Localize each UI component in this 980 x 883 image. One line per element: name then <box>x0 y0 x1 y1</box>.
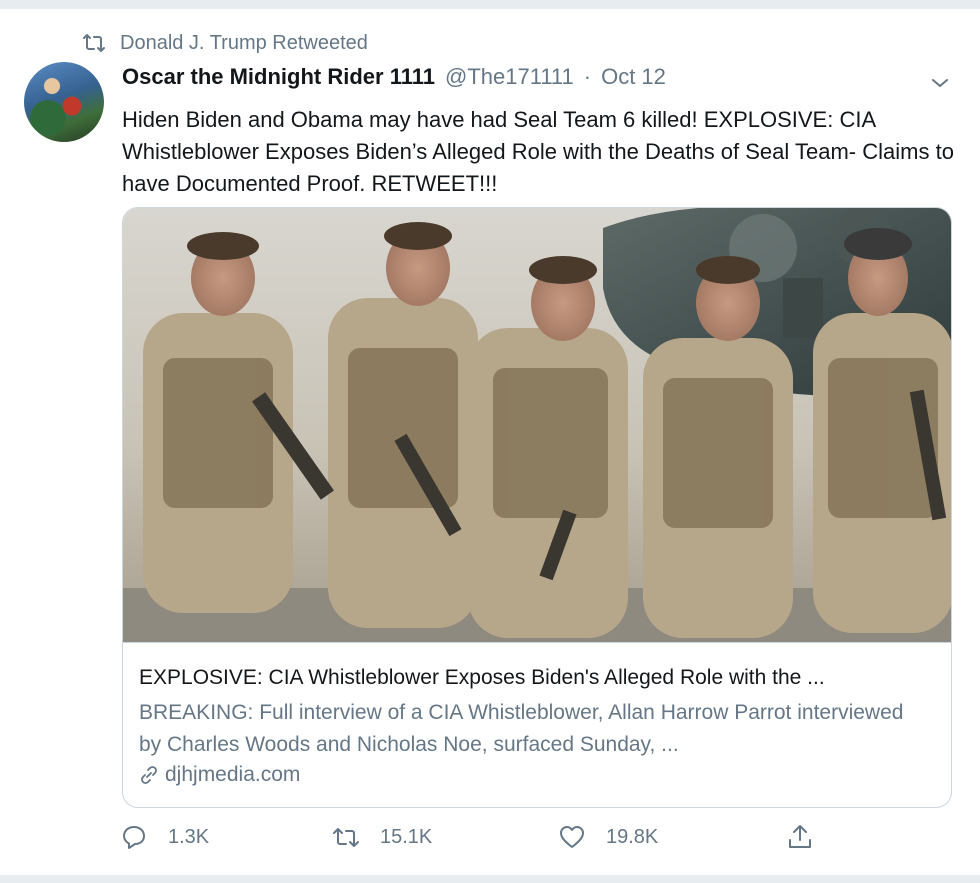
user-handle[interactable]: @The171111 <box>445 64 574 90</box>
link-card[interactable]: EXPLOSIVE: CIA Whistleblower Exposes Bid… <box>122 207 952 808</box>
heart-icon <box>560 826 584 848</box>
retweet-icon <box>83 34 105 52</box>
card-domain: djhjmedia.com <box>139 763 937 787</box>
tweet-date[interactable]: Oct 12 <box>601 64 666 90</box>
retweet-context-label[interactable]: Donald J. Trump Retweeted <box>120 32 368 55</box>
card-image[interactable] <box>123 208 952 642</box>
reply-button[interactable]: 1.3K <box>120 823 209 851</box>
like-button[interactable]: 19.8K <box>558 823 658 851</box>
retweet-icon <box>333 828 359 847</box>
reply-icon <box>123 826 145 849</box>
card-description: BREAKING: Full interview of a CIA Whistl… <box>139 701 904 756</box>
share-icon <box>789 825 811 848</box>
retweet-count: 15.1K <box>380 825 433 848</box>
retweet-context: Donald J. Trump Retweeted <box>82 31 368 55</box>
tweet[interactable]: Donald J. Trump Retweeted Oscar the Midn… <box>0 8 980 876</box>
card-title: EXPLOSIVE: CIA Whistleblower Exposes Bid… <box>139 666 825 689</box>
tweet-actions: 1.3K 15.1K 19.8K <box>120 823 840 863</box>
like-count: 19.8K <box>606 825 659 848</box>
reply-count: 1.3K <box>168 825 210 848</box>
link-icon <box>141 766 157 784</box>
card-body[interactable]: EXPLOSIVE: CIA Whistleblower Exposes Bid… <box>123 642 951 807</box>
chevron-down-icon[interactable] <box>928 73 952 93</box>
tweet-header: Oscar the Midnight Rider 1111 @The171111… <box>122 64 666 90</box>
tweet-text: Hiden Biden and Obama may have had Seal … <box>122 107 954 196</box>
share-button[interactable] <box>786 823 814 851</box>
display-name[interactable]: Oscar the Midnight Rider 1111 <box>122 64 435 90</box>
card-domain-text: djhjmedia.com <box>165 763 301 786</box>
avatar[interactable] <box>24 62 104 142</box>
separator: · <box>583 64 592 89</box>
retweet-button[interactable]: 15.1K <box>332 823 432 851</box>
